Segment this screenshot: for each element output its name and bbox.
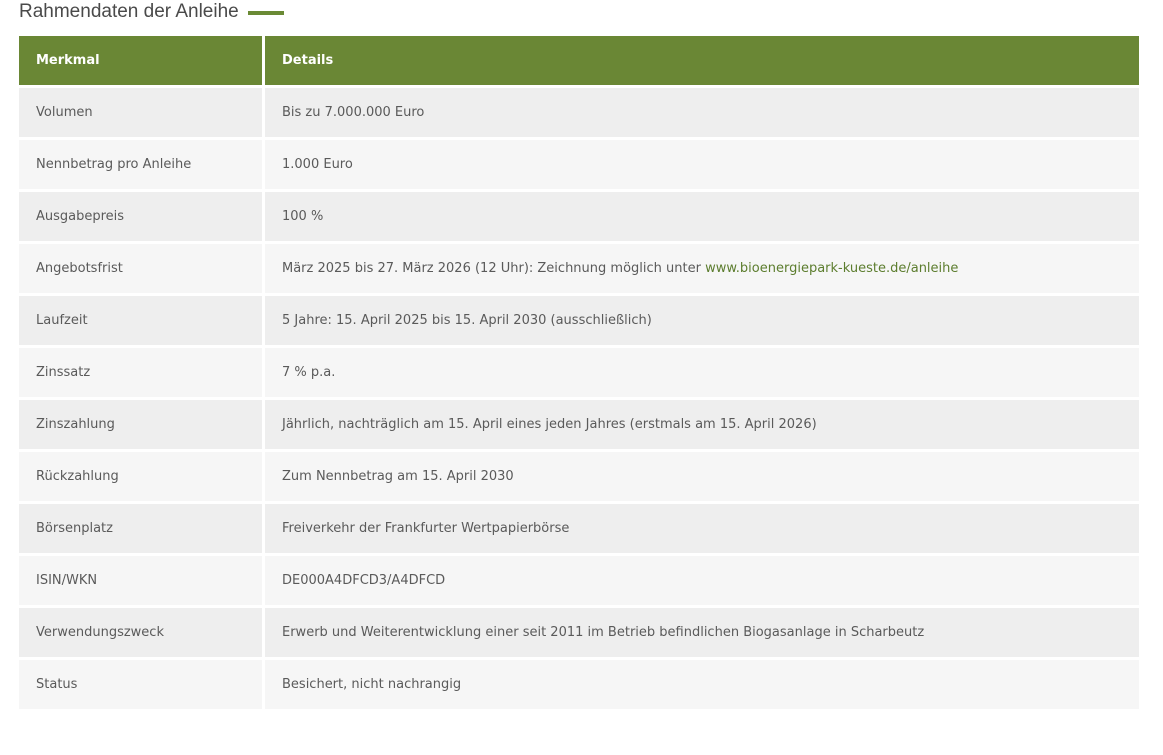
row-key: Zinszahlung	[19, 400, 262, 449]
row-key: Laufzeit	[19, 296, 262, 345]
row-value: Zum Nennbetrag am 15. April 2030	[265, 452, 1139, 501]
row-key: ISIN/WKN	[19, 556, 262, 605]
table-row: Laufzeit 5 Jahre: 15. April 2025 bis 15.…	[19, 296, 1139, 345]
table-row: Börsenplatz Freiverkehr der Frankfurter …	[19, 504, 1139, 553]
row-value: Erwerb und Weiterentwicklung einer seit …	[265, 608, 1139, 657]
row-value: DE000A4DFCD3/A4DFCD	[265, 556, 1139, 605]
row-key: Verwendungszweck	[19, 608, 262, 657]
row-key: Rückzahlung	[19, 452, 262, 501]
bond-details-table: Merkmal Details Volumen Bis zu 7.000.000…	[16, 33, 1142, 712]
row-value-text: März 2025 bis 27. März 2026 (12 Uhr): Ze…	[282, 261, 706, 276]
column-header-details: Details	[265, 36, 1139, 85]
row-key: Status	[19, 660, 262, 709]
row-value: 1.000 Euro	[265, 140, 1139, 189]
table-row: Verwendungszweck Erwerb und Weiterentwic…	[19, 608, 1139, 657]
row-key: Nennbetrag pro Anleihe	[19, 140, 262, 189]
row-value: Freiverkehr der Frankfurter Wertpapierbö…	[265, 504, 1139, 553]
table-header-row: Merkmal Details	[19, 36, 1139, 85]
row-key: Börsenplatz	[19, 504, 262, 553]
table-row: ISIN/WKN DE000A4DFCD3/A4DFCD	[19, 556, 1139, 605]
subscription-link[interactable]: www.bioenergiepark-kueste.de/anleihe	[705, 261, 958, 276]
section-title: Rahmendaten der Anleihe	[19, 1, 239, 22]
table-row: Ausgabepreis 100 %	[19, 192, 1139, 241]
row-value: März 2025 bis 27. März 2026 (12 Uhr): Ze…	[265, 244, 1139, 293]
row-key: Zinssatz	[19, 348, 262, 397]
row-key: Volumen	[19, 88, 262, 137]
row-value: 100 %	[265, 192, 1139, 241]
row-value: 7 % p.a.	[265, 348, 1139, 397]
title-accent-bar	[247, 11, 284, 15]
section-heading: Rahmendaten der Anleihe	[19, 0, 284, 24]
table-row: Status Besichert, nicht nachrangig	[19, 660, 1139, 709]
table-row: Angebotsfrist März 2025 bis 27. März 202…	[19, 244, 1139, 293]
row-key: Ausgabepreis	[19, 192, 262, 241]
column-header-merkmal: Merkmal	[19, 36, 262, 85]
row-value: 5 Jahre: 15. April 2025 bis 15. April 20…	[265, 296, 1139, 345]
row-key: Angebotsfrist	[19, 244, 262, 293]
table-row: Rückzahlung Zum Nennbetrag am 15. April …	[19, 452, 1139, 501]
row-value: Besichert, nicht nachrangig	[265, 660, 1139, 709]
row-value: Bis zu 7.000.000 Euro	[265, 88, 1139, 137]
table-row: Nennbetrag pro Anleihe 1.000 Euro	[19, 140, 1139, 189]
table-row: Volumen Bis zu 7.000.000 Euro	[19, 88, 1139, 137]
row-value: Jährlich, nachträglich am 15. April eine…	[265, 400, 1139, 449]
table-row: Zinssatz 7 % p.a.	[19, 348, 1139, 397]
table-row: Zinszahlung Jährlich, nachträglich am 15…	[19, 400, 1139, 449]
